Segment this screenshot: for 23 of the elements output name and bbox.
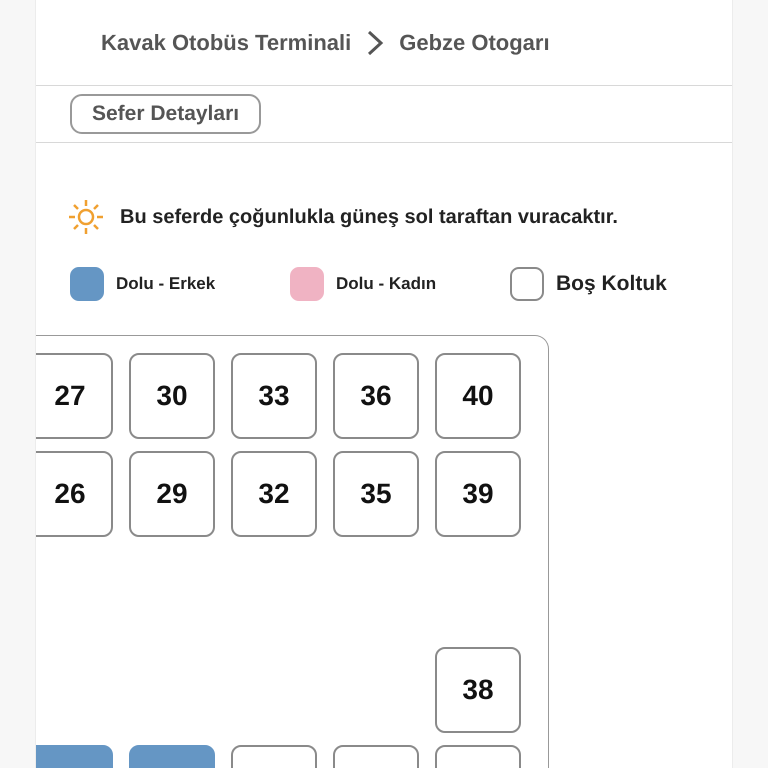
- chevron-right-icon: [365, 28, 386, 56]
- seat[interactable]: 40: [435, 353, 521, 439]
- destination-name: Gebze Otogarı: [399, 30, 550, 56]
- seat[interactable]: 30: [129, 353, 215, 439]
- legend-label: Dolu - Erkek: [116, 274, 216, 294]
- seat[interactable]: 35: [333, 451, 419, 537]
- seat[interactable]: 27: [36, 353, 113, 439]
- legend-swatch: [70, 267, 104, 301]
- legend-swatch: [290, 267, 324, 301]
- legend-label: Dolu - Kadın: [336, 274, 436, 294]
- sun-notice: Bu seferde çoğunlukla güneş sol taraftan vuracaktır.: [120, 206, 618, 228]
- seat[interactable]: 39: [435, 451, 521, 537]
- seat[interactable]: 26: [36, 451, 113, 537]
- seat[interactable]: 32: [231, 451, 317, 537]
- seat[interactable]: 38: [435, 647, 521, 733]
- seat[interactable]: 29: [129, 451, 215, 537]
- legend-swatch: [510, 267, 544, 301]
- trip-details-button[interactable]: Sefer Detayları: [70, 94, 262, 134]
- sun-icon: [68, 199, 104, 235]
- seat[interactable]: 36: [333, 353, 419, 439]
- legend-label: Boş Koltuk: [556, 272, 667, 296]
- seat[interactable]: 33: [231, 353, 317, 439]
- origin-name: Kavak Otobüs Terminali: [101, 30, 352, 56]
